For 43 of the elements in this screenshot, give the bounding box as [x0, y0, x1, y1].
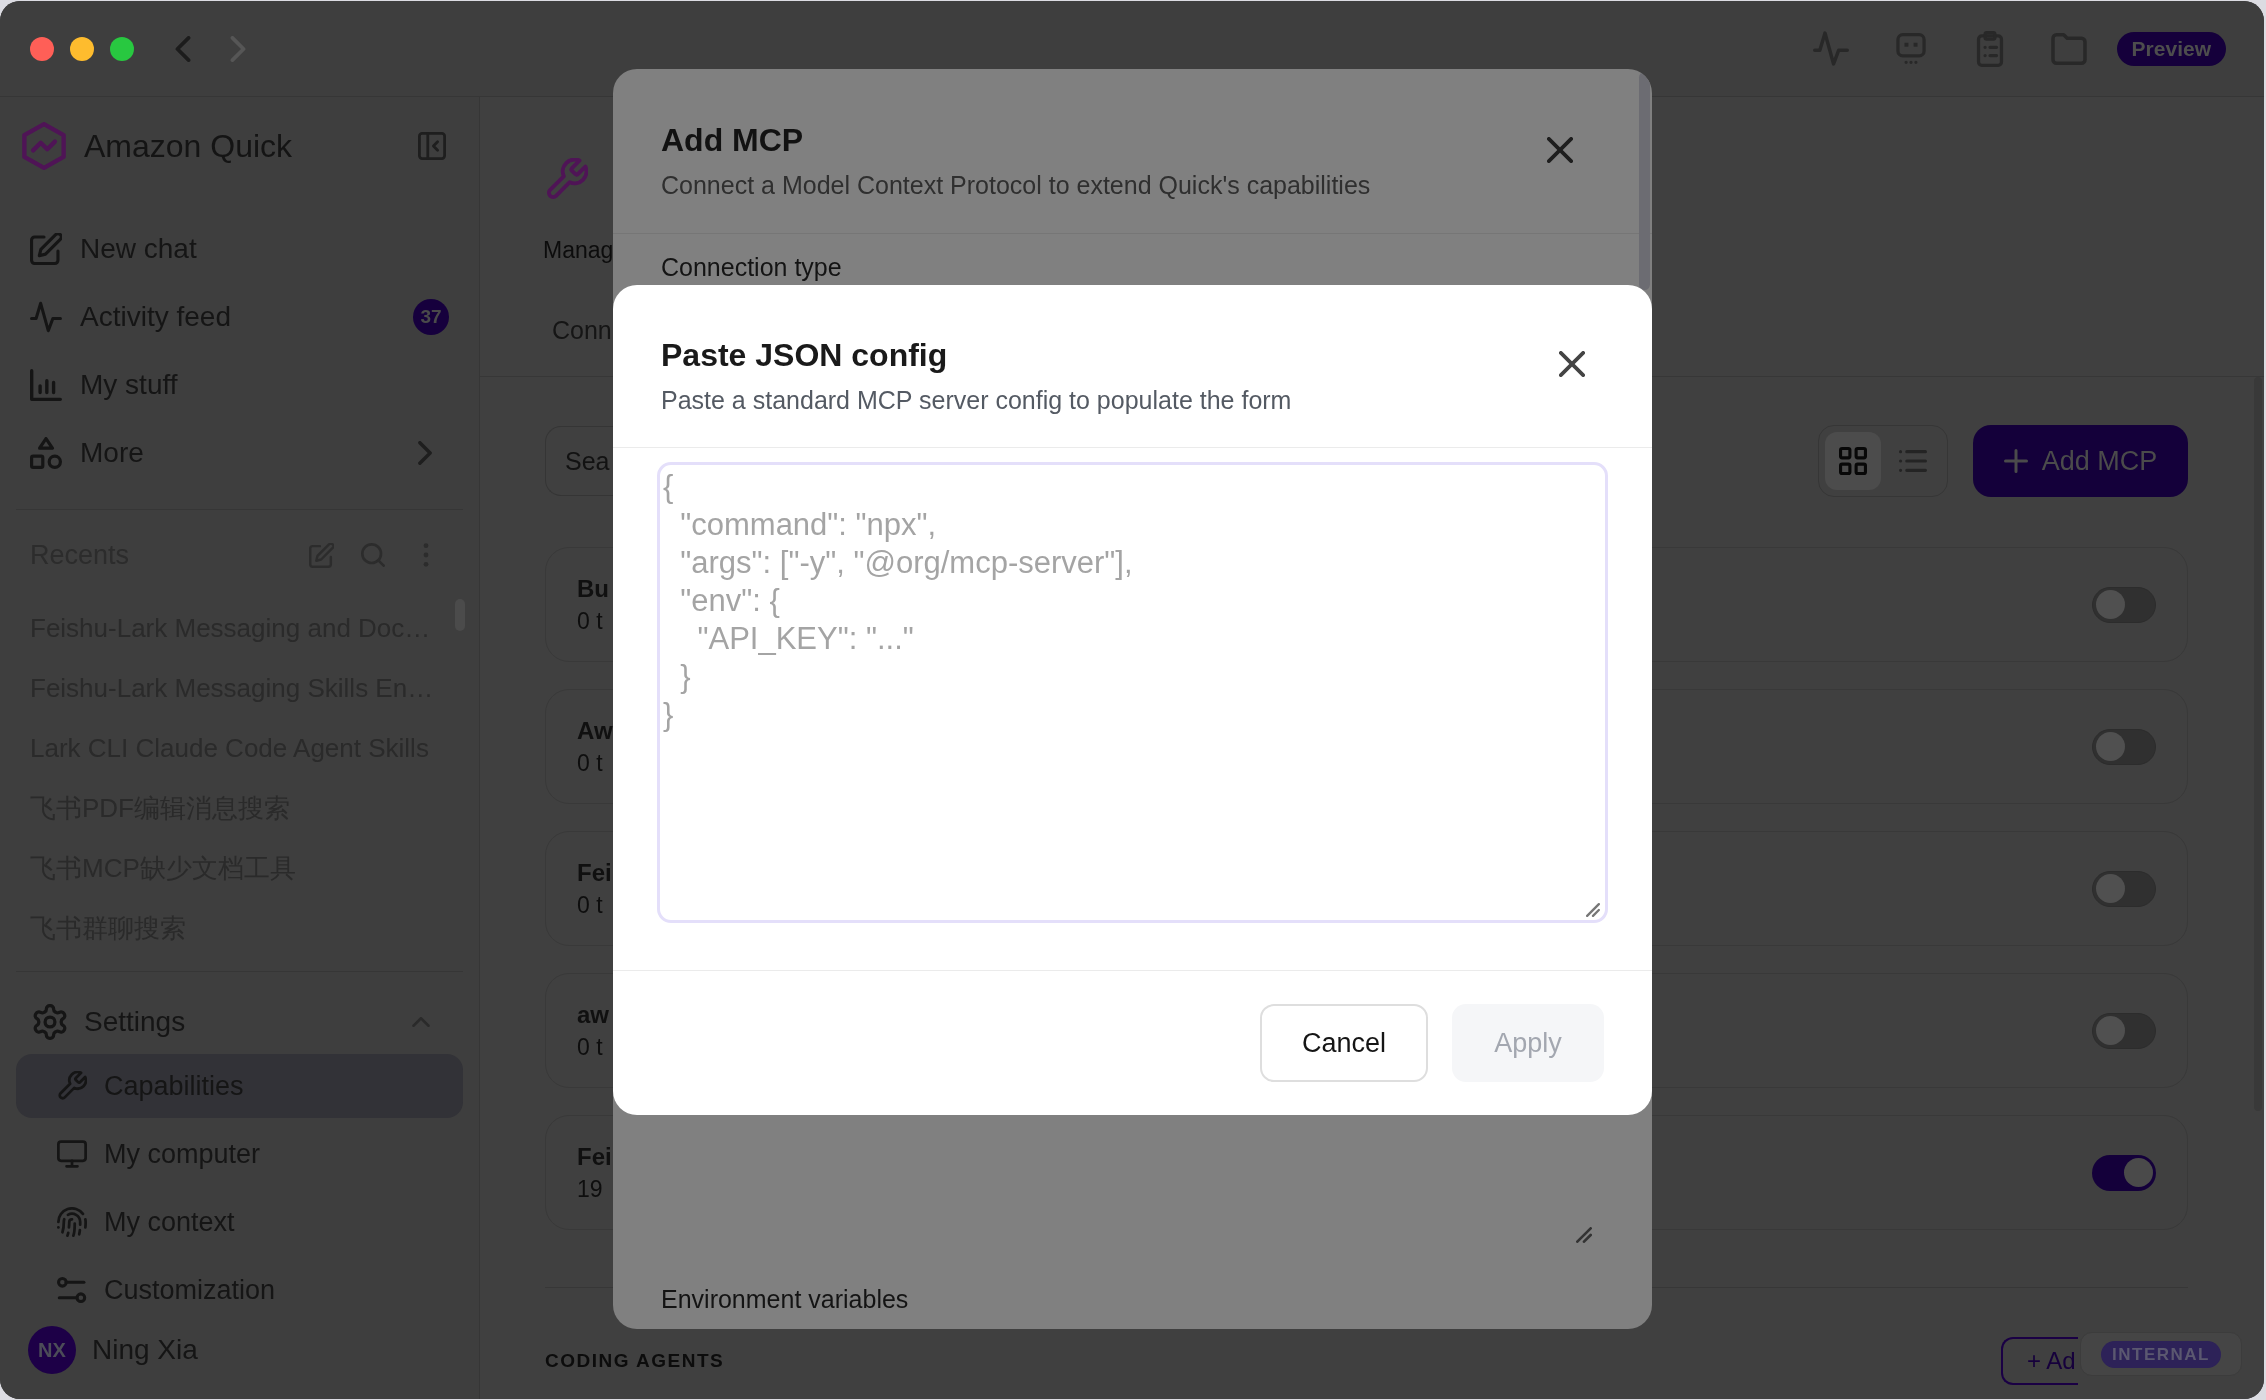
close-icon[interactable]	[1559, 351, 1585, 377]
compose-icon	[30, 233, 62, 265]
count-badge: 37	[413, 299, 449, 335]
close-icon[interactable]	[1547, 137, 1573, 163]
dialog-title: Add MCP	[661, 121, 804, 160]
field-label: Connection type	[661, 252, 842, 283]
window-close-icon[interactable]	[30, 36, 54, 61]
dialog-subtitle: Paste a standard MCP server config to populate the form	[661, 385, 1292, 416]
toggle-switch[interactable]	[2092, 728, 2156, 765]
hexagon-logo-icon	[22, 122, 66, 170]
toggle-switch[interactable]	[2092, 1012, 2156, 1049]
toggle-switch[interactable]	[2092, 586, 2156, 623]
settings-icon	[32, 1004, 68, 1040]
sliders-icon	[57, 1275, 87, 1305]
sidebar-collapse-icon[interactable]	[418, 132, 446, 160]
monitor-icon	[57, 1139, 87, 1169]
scrollbar-thumb[interactable]	[1639, 72, 1650, 290]
window-zoom-icon[interactable]	[110, 36, 134, 61]
preview-badge: Preview	[2116, 31, 2226, 66]
wrench-icon	[545, 158, 588, 201]
resize-handle-icon[interactable]	[1576, 1227, 1592, 1243]
toggle-switch[interactable]	[2092, 1154, 2156, 1191]
fingerprint-icon	[57, 1207, 87, 1237]
pulse-icon	[30, 301, 62, 333]
list-icon	[1899, 447, 1927, 475]
dialog-subtitle: Connect a Model Context Protocol to extend Quick's capabilities	[661, 170, 1371, 201]
add-mcp-button[interactable]: Add MCP	[1973, 425, 2188, 497]
toggle-switch[interactable]	[2092, 870, 2156, 907]
dialog-title: Paste JSON config	[661, 336, 948, 375]
avatar: NX	[28, 1326, 76, 1374]
resize-handle-icon[interactable]	[1586, 903, 1600, 917]
add-agent-button[interactable]: + Ad	[2001, 1337, 2078, 1385]
cancel-button[interactable]: Cancel	[1260, 1004, 1428, 1082]
bar-chart-icon	[30, 369, 62, 401]
plus-icon	[2003, 449, 2028, 473]
wrench-icon	[57, 1071, 87, 1101]
field-label: Environment variables	[661, 1284, 909, 1315]
grid-icon	[1839, 447, 1867, 475]
back-icon[interactable]	[175, 35, 191, 62]
json-input-field[interactable]: { "command": "npx", "args": ["-y", "@org/mcp-server"], "env": { "API_KEY": "..." } }	[657, 462, 1608, 923]
shapes-icon	[30, 437, 62, 469]
grid-view-button[interactable]	[1825, 432, 1881, 490]
window-minimize-icon[interactable]	[70, 36, 94, 61]
